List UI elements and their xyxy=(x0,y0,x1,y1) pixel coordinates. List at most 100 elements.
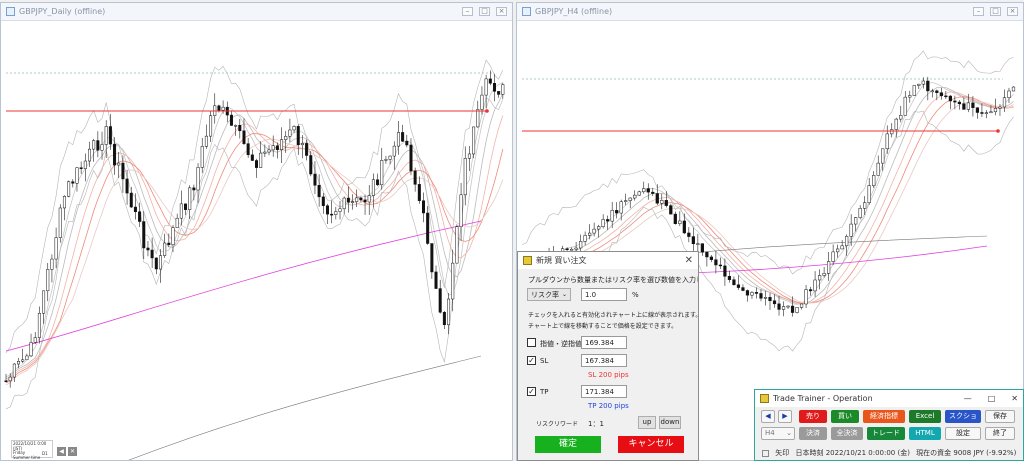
close-icon[interactable]: ✕ xyxy=(1011,394,1018,403)
close-button[interactable]: × xyxy=(496,7,507,16)
candle-down xyxy=(313,173,317,186)
candle-up xyxy=(351,201,355,203)
up-button[interactable]: up xyxy=(638,416,656,429)
candle-down xyxy=(129,192,133,208)
tp-checkbox[interactable]: ✓ xyxy=(527,387,536,396)
minimize-button[interactable]: – xyxy=(462,7,473,16)
candle-up xyxy=(50,258,54,270)
settle-all-button[interactable]: 全決済 xyxy=(831,427,863,440)
candle-down xyxy=(808,289,813,292)
candle-up xyxy=(610,210,614,222)
settings-button[interactable]: 設定 xyxy=(945,427,981,440)
candle-down xyxy=(275,145,279,151)
candle-down xyxy=(669,205,673,215)
down-button[interactable]: down xyxy=(659,416,681,429)
candle-up xyxy=(58,207,62,238)
economic-indicator-button[interactable]: 経済指標 xyxy=(863,410,905,423)
chart-nav-next-button[interactable]: ✕ xyxy=(68,447,77,456)
candle-down xyxy=(944,95,948,98)
html-button[interactable]: HTML xyxy=(909,427,941,440)
sl-label: SL xyxy=(540,357,549,365)
candle-down xyxy=(184,203,188,210)
next-bar-button[interactable]: ▶ xyxy=(778,410,792,423)
risk-unit: % xyxy=(632,291,639,299)
candle-up xyxy=(840,245,844,250)
candle-down xyxy=(254,160,259,168)
candle-up xyxy=(380,160,384,186)
minimize-icon[interactable]: — xyxy=(964,394,972,403)
candle-down xyxy=(939,92,943,97)
close-button[interactable]: × xyxy=(1007,7,1018,16)
candle-down xyxy=(741,287,745,291)
risk-value-input[interactable]: 1.0 xyxy=(581,288,627,301)
close-icon[interactable]: ✕ xyxy=(685,255,693,266)
candle-up xyxy=(175,217,179,228)
confirm-button[interactable]: 確定 xyxy=(535,436,601,453)
sell-button[interactable]: 売り xyxy=(799,410,827,423)
candle-down xyxy=(736,284,741,288)
current-balance: 現在の資金 9008 JPY (-9.92%) xyxy=(916,449,1017,457)
candle-down xyxy=(346,197,350,203)
risk-mode-select[interactable]: リスク率 ⌄ xyxy=(527,288,571,301)
chart-window-icon xyxy=(522,7,531,16)
candle-up xyxy=(619,201,623,214)
candle-up xyxy=(827,261,831,274)
candle-down xyxy=(442,312,446,326)
maximize-icon[interactable]: □ xyxy=(988,394,996,403)
candle-down xyxy=(615,210,619,214)
candle-down xyxy=(492,83,496,92)
japan-time: 日本時刻 2022/10/21 0:00:00 (金) xyxy=(795,449,910,457)
save-button[interactable]: 保存 xyxy=(985,410,1015,423)
excel-button[interactable]: Excel xyxy=(909,410,941,423)
info-timezone: Summer time xyxy=(13,454,41,460)
maximize-button[interactable]: □ xyxy=(990,7,1001,16)
candle-down xyxy=(309,155,313,175)
candle-up xyxy=(338,208,342,212)
timeframe-select[interactable]: H4 ⌄ xyxy=(761,427,795,440)
candle-up xyxy=(642,188,646,193)
candle-up xyxy=(179,203,183,219)
daily-price-chart[interactable] xyxy=(1,21,512,460)
envelope-line xyxy=(521,50,1014,275)
candle-up xyxy=(267,149,271,153)
candle-up xyxy=(62,196,66,209)
tp-price-input[interactable]: 171.384 xyxy=(581,385,627,398)
maximize-button[interactable]: □ xyxy=(479,7,490,16)
chevron-down-icon: ⌄ xyxy=(561,291,567,298)
candle-down xyxy=(229,114,233,126)
candle-down xyxy=(246,143,250,156)
cancel-button[interactable]: キャンセル xyxy=(618,436,684,453)
order-instruction: プルダウンから数量またはリスク率を選び数値を入力してください。 xyxy=(528,276,698,284)
candle-up xyxy=(872,175,876,186)
candle-up xyxy=(854,217,858,225)
candle-up xyxy=(966,102,971,110)
candle-down xyxy=(108,126,112,145)
candle-up xyxy=(447,298,451,326)
candle-up xyxy=(455,226,459,264)
chart-nav-prev-button[interactable]: ◀ xyxy=(57,447,66,456)
candle-up xyxy=(696,243,700,245)
candle-down xyxy=(133,206,137,213)
settle-button[interactable]: 決済 xyxy=(799,427,827,440)
prev-bar-button[interactable]: ◀ xyxy=(761,410,775,423)
candle-up xyxy=(894,118,898,130)
minimize-button[interactable]: – xyxy=(973,7,984,16)
candle-up xyxy=(858,208,862,218)
candle-up xyxy=(579,241,583,249)
sl-checkbox[interactable]: ✓ xyxy=(527,356,536,365)
tp-pips: TP 200 pips xyxy=(588,402,629,410)
candle-up xyxy=(188,187,192,210)
candle-up xyxy=(163,242,167,256)
arrow-checkbox[interactable] xyxy=(762,449,769,457)
buy-button[interactable]: 買い xyxy=(831,410,859,423)
limit-checkbox[interactable] xyxy=(527,338,536,347)
quit-button[interactable]: 終了 xyxy=(985,427,1015,440)
trade-button[interactable]: トレード xyxy=(867,427,905,440)
screenshot-button[interactable]: スクショ xyxy=(945,410,981,423)
candle-down xyxy=(606,219,610,222)
candle-down xyxy=(71,181,75,184)
h4-chart-titlebar: GBPJPY_H4 (offline) – □ × xyxy=(517,3,1023,21)
limit-price-input[interactable]: 169.384 xyxy=(581,336,627,349)
sl-price-input[interactable]: 167.384 xyxy=(581,354,627,367)
candle-up xyxy=(334,211,338,215)
